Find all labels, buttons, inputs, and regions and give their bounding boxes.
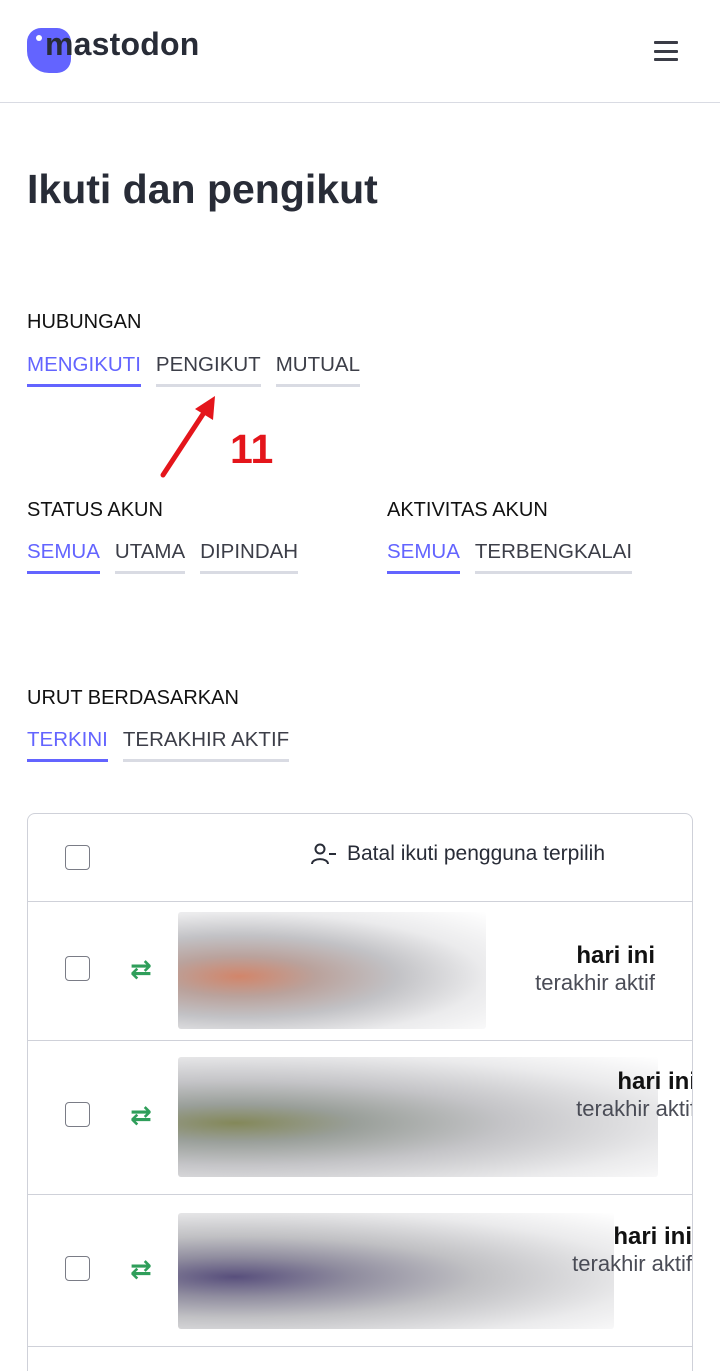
tab-status-all[interactable]: SEMUA — [27, 540, 100, 574]
last-active-value: hari ini — [617, 1068, 693, 1095]
account-avatar-redacted[interactable] — [178, 912, 486, 1029]
order-tabs: TERKINI TERAKHIR AKTIF — [27, 728, 290, 762]
tab-mutual[interactable]: MUTUAL — [275, 353, 360, 387]
last-active-label: terakhir aktif — [572, 1251, 692, 1276]
tab-followers[interactable]: PENGIKUT — [155, 353, 261, 387]
account-status-tabs: SEMUA UTAMA DIPINDAH — [27, 540, 299, 574]
table-row: ⇄ hari ini terakhir aktif — [28, 1195, 692, 1347]
last-active: hari ini terakhir aktif — [572, 1223, 692, 1277]
tab-status-moved[interactable]: DIPINDAH — [200, 540, 299, 574]
annotation-number: 11 — [230, 426, 274, 472]
tab-activity-all[interactable]: SEMUA — [387, 540, 460, 574]
top-bar: mastodon — [0, 0, 720, 103]
unfollow-selected-label: Batal ikuti pengguna terpilih — [347, 842, 606, 865]
hamburger-icon[interactable] — [654, 41, 678, 61]
relationship-tabs: MENGIKUTI PENGIKUT MUTUAL — [27, 353, 360, 387]
table-header: Batal ikuti pengguna terpilih — [28, 814, 692, 902]
mutual-arrows-icon: ⇄ — [130, 1254, 152, 1284]
table-row: ⇄ hari ini terakhir aktif — [28, 1041, 692, 1195]
tab-order-last-active[interactable]: TERAKHIR AKTIF — [122, 728, 290, 762]
user-minus-icon — [311, 843, 336, 865]
page-title: Ikuti dan pengikut — [27, 166, 378, 212]
last-active-value: hari ini — [576, 942, 655, 969]
relationship-filter-label: HUBUNGAN — [27, 311, 142, 333]
tab-activity-dormant[interactable]: TERBENGKALAI — [474, 540, 633, 574]
table-row: ⇄ hari ini terakhir aktif — [28, 902, 692, 1041]
select-all-checkbox[interactable] — [65, 845, 90, 870]
last-active: hari ini terakhir aktif — [535, 942, 655, 996]
tab-order-recent[interactable]: TERKINI — [27, 728, 108, 762]
account-activity-tabs: SEMUA TERBENGKALAI — [387, 540, 633, 574]
last-active-value: hari ini — [613, 1223, 692, 1250]
account-status-label: STATUS AKUN — [27, 499, 163, 521]
tab-following[interactable]: MENGIKUTI — [27, 353, 141, 387]
logo-text: mastodon — [45, 26, 200, 62]
accounts-table: Batal ikuti pengguna terpilih ⇄ hari ini… — [27, 813, 693, 1371]
last-active-label: terakhir aktif — [576, 1096, 693, 1121]
last-active-label: terakhir aktif — [535, 970, 655, 995]
annotation-arrow-icon — [160, 396, 215, 478]
account-avatar-redacted[interactable] — [178, 1213, 614, 1329]
row-checkbox[interactable] — [65, 956, 90, 981]
row-checkbox[interactable] — [65, 1256, 90, 1281]
last-active: hari ini terakhir aktif — [576, 1068, 693, 1122]
order-label: URUT BERDASARKAN — [27, 687, 239, 709]
mastodon-logo[interactable]: mastodon — [27, 26, 199, 74]
tab-status-primary[interactable]: UTAMA — [114, 540, 186, 574]
row-checkbox[interactable] — [65, 1102, 90, 1127]
mutual-arrows-icon: ⇄ — [130, 1100, 152, 1130]
unfollow-selected-button[interactable]: Batal ikuti pengguna terpilih — [311, 842, 605, 866]
mutual-arrows-icon: ⇄ — [130, 954, 152, 984]
account-activity-label: AKTIVITAS AKUN — [387, 499, 548, 521]
